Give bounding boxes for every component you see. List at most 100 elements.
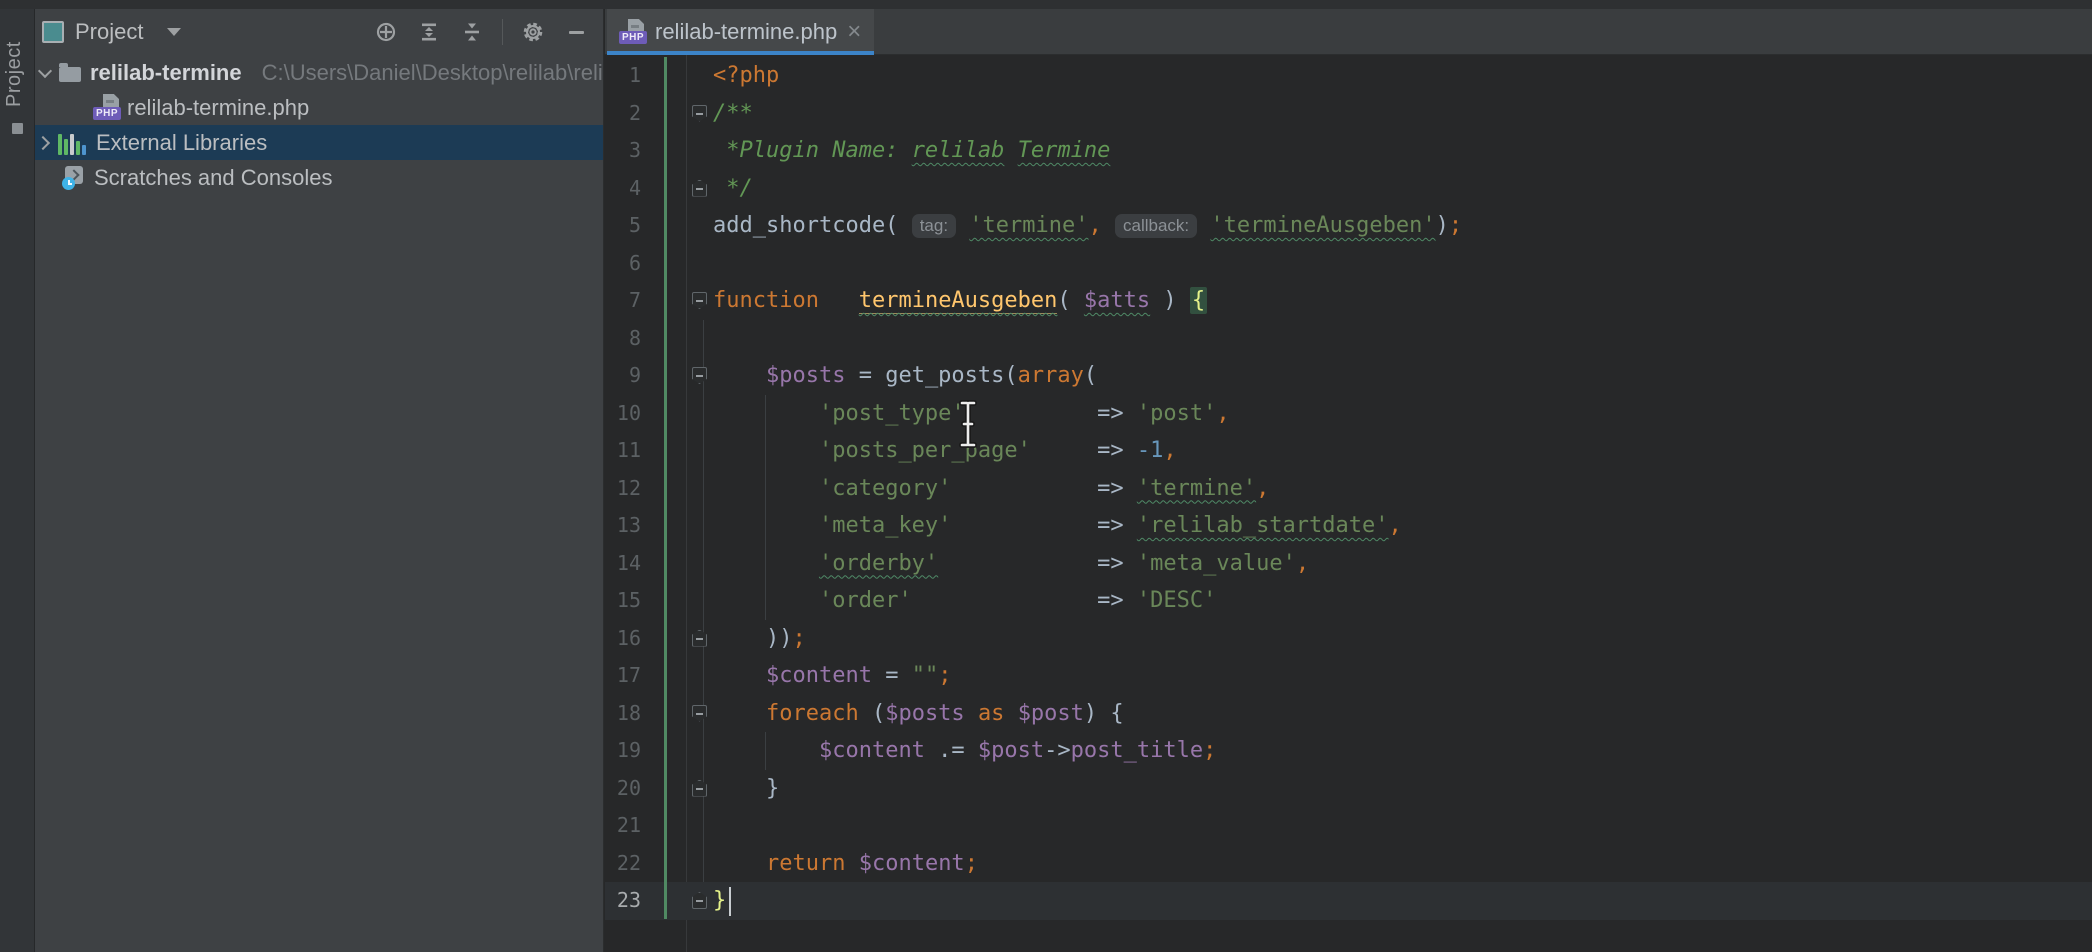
line-number: 18 [605,695,641,733]
line-number: 8 [605,320,641,358]
mouse-ibeam-cursor [955,399,981,449]
project-panel-header: Project [35,9,603,55]
code-line-3[interactable]: 3 *Plugin Name: relilab Termine [605,132,2092,170]
tool-window-square-icon [12,123,23,134]
fold-marker-icon[interactable] [692,892,707,909]
code-line-8[interactable]: 8 [605,320,2092,358]
expand-all-button[interactable] [416,19,442,45]
settings-button[interactable] [520,19,546,45]
code-line-12[interactable]: 12 'category' => 'termine', [605,470,2092,508]
code-text: 'post_type' => 'post', [713,395,2092,433]
line-number: 20 [605,770,641,808]
code-line-7[interactable]: 7 function termineAusgeben( $atts ) { [605,282,2092,320]
line-number: 4 [605,170,641,208]
code-text: foreach ($posts as $post) { [713,695,2092,733]
tab-relilab-termine-php[interactable]: PHP relilab-termine.php × [607,9,874,55]
code-line-20[interactable]: 20 } [605,770,2092,808]
code-line-21[interactable]: 21 [605,807,2092,845]
settings-gear-icon [520,19,546,45]
locate-file-button[interactable] [373,19,399,45]
tree-row-php-file[interactable]: PHP relilab-termine.php [35,90,603,125]
chevron-down-icon[interactable] [38,63,52,77]
code-line-1[interactable]: 1 <?php [605,57,2092,95]
line-number: 13 [605,507,641,545]
collapse-all-button[interactable] [459,19,485,45]
code-text: $posts = get_posts(array( [713,357,2092,395]
code-text: add_shortcode( tag: 'termine', callback:… [713,207,2092,245]
tree-row-external-libraries[interactable]: External Libraries [35,125,603,160]
folder-icon [59,67,81,82]
line-number: 6 [605,245,641,283]
php-file-icon: PHP [93,94,120,121]
code-text: 'orderby' => 'meta_value', [713,545,2092,583]
code-line-11[interactable]: 11 'posts_per_page' => -1, [605,432,2092,470]
code-line-5[interactable]: 5 add_shortcode( tag: 'termine', callback… [605,207,2092,245]
line-number: 9 [605,357,641,395]
code-line-18[interactable]: 18 foreach ($posts as $post) { [605,695,2092,733]
fold-marker-icon[interactable] [692,180,707,197]
php-file-icon: PHP [619,19,645,45]
code-line-19[interactable]: 19 $content .= $post->post_title; [605,732,2092,770]
code-line-16[interactable]: 16 )); [605,620,2092,658]
line-number: 12 [605,470,641,508]
project-panel: Project [35,9,604,952]
ide-window: Project Project [0,0,2092,952]
locate-file-icon [374,20,398,44]
code-text: $content .= $post->post_title; [713,732,2092,770]
tree-root-name: relilab-termine [90,60,242,86]
code-line-2[interactable]: 2 /** [605,95,2092,133]
code-line-10[interactable]: 10 'post_type' => 'post', [605,395,2092,433]
line-number: 2 [605,95,641,133]
line-number: 1 [605,57,641,95]
libraries-icon [58,131,86,155]
code-line-17[interactable]: 17 $content = ""; [605,657,2092,695]
fold-marker-icon[interactable] [692,630,707,647]
code-line-4[interactable]: 4 */ [605,170,2092,208]
tree-file-name: relilab-termine.php [127,95,309,121]
fold-marker-icon[interactable] [692,780,707,797]
code-text: } [713,770,2092,808]
stripe-project-button[interactable]: Project [0,23,35,133]
code-line-13[interactable]: 13 'meta_key' => 'relilab_startdate', [605,507,2092,545]
project-panel-title[interactable]: Project [75,19,143,45]
line-number: 17 [605,657,641,695]
tree-row-scratches[interactable]: Scratches and Consoles [35,160,603,195]
line-number: 16 [605,620,641,658]
code-text: function termineAusgeben( $atts ) { [713,282,2092,320]
tree-scratches-label: Scratches and Consoles [94,165,332,191]
editor-tab-bar: PHP relilab-termine.php × [605,9,2092,55]
line-number: 5 [605,207,641,245]
hide-panel-button[interactable] [563,19,589,45]
code-text: */ [713,170,2092,208]
chevron-down-icon[interactable] [167,28,181,36]
code-text: )); [713,620,2092,658]
line-number: 11 [605,432,641,470]
code-line-14[interactable]: 14 'orderby' => 'meta_value', [605,545,2092,583]
line-number: 21 [605,807,641,845]
code-line-15[interactable]: 15 'order' => 'DESC' [605,582,2092,620]
tree-row-project-root[interactable]: relilab-termine C:\Users\Daniel\Desktop\… [35,55,603,90]
fold-marker-icon[interactable] [692,367,707,384]
editor-surface[interactable]: 1 <?php 2 /**3 *Plugin Name: relilab Termin… [605,55,2092,952]
hide-panel-icon [569,31,584,34]
vcs-added-marker [664,57,667,919]
expand-all-icon [417,20,441,44]
editor-lines: 1 <?php 2 /**3 *Plugin Name: relilab Termin… [605,57,2092,920]
fold-marker-icon[interactable] [692,292,707,309]
fold-marker-icon[interactable] [692,105,707,122]
line-number: 14 [605,545,641,583]
scratches-icon [62,166,86,190]
code-line-23[interactable]: 23} [605,882,2092,920]
code-line-9[interactable]: 9 $posts = get_posts(array( [605,357,2092,395]
fold-marker-icon[interactable] [692,705,707,722]
line-number: 7 [605,282,641,320]
code-line-6[interactable]: 6 [605,245,2092,283]
code-text: <?php [713,57,2092,95]
text-caret [729,887,731,916]
close-tab-icon[interactable]: × [847,22,861,42]
code-line-22[interactable]: 22 return $content; [605,845,2092,883]
code-text: /** [713,95,2092,133]
line-number: 19 [605,732,641,770]
chevron-right-icon[interactable] [36,135,50,149]
line-number: 23 [605,882,641,920]
